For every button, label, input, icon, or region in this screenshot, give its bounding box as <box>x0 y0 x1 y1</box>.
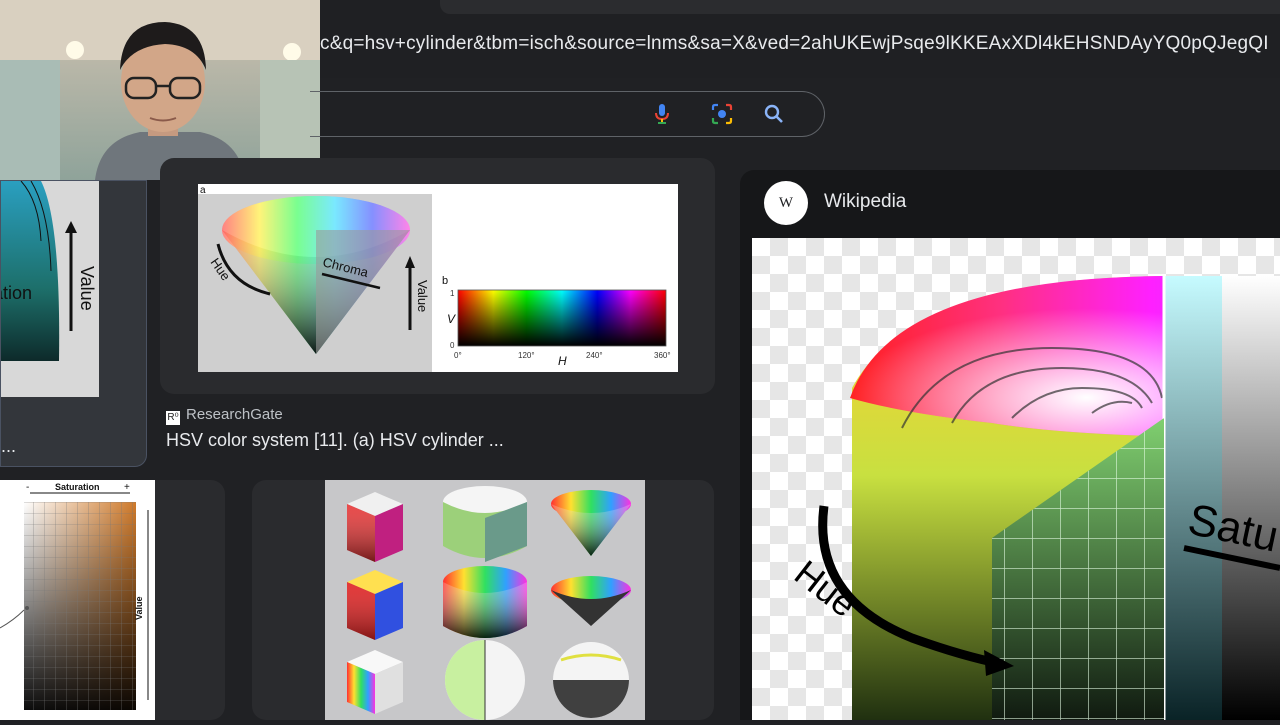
saturation-title: Saturation <box>55 482 100 492</box>
panel-b-label: b <box>442 275 448 287</box>
h-tick-120: 120° <box>518 351 535 360</box>
cube-bottom-left <box>347 650 403 714</box>
color-models-3x3 <box>347 486 631 720</box>
h-tick-360: 360° <box>654 351 671 360</box>
cube-middle-left <box>347 570 403 640</box>
hsv-cylinder-large-image[interactable]: Hue Satu <box>752 238 1280 720</box>
url-text[interactable]: c&q=hsv+cylinder&tbm=isch&source=lnms&sa… <box>320 33 1280 55</box>
v-axis-label: V <box>447 312 456 326</box>
result-caption-partial[interactable]: ... <box>1 436 16 457</box>
v-max-tick: 1 <box>450 289 455 298</box>
webcam-person-image <box>0 0 320 180</box>
h-axis-label: H <box>558 354 567 368</box>
cylinder-middle-middle <box>443 566 527 638</box>
h-tick-240: 240° <box>586 351 603 360</box>
search-input[interactable] <box>310 91 825 137</box>
microphone-icon[interactable] <box>650 102 674 126</box>
hsv-cylinder-diagram: Hue Satu <box>787 276 1280 720</box>
v-min-tick: 0 <box>450 341 455 350</box>
search-icon[interactable] <box>762 102 786 126</box>
sphere-bottom-middle <box>445 640 525 720</box>
result-source[interactable]: R⁰ ResearchGate <box>166 406 283 425</box>
sphere-bottom-right <box>553 642 629 718</box>
result-card-selected[interactable]: ation Value ... <box>0 180 147 467</box>
saturation-value-chart-thumbnail[interactable]: Saturation - + Value <box>0 480 155 720</box>
preview-source-name[interactable]: Wikipedia <box>824 191 906 213</box>
browser-address-bar[interactable]: c&q=hsv+cylinder&tbm=isch&source=lnms&sa… <box>320 0 1280 78</box>
h-tick-0: 0° <box>454 351 462 360</box>
cone-top-right <box>551 490 631 556</box>
saturation-minus: - <box>26 482 29 493</box>
value-label: Value <box>77 266 97 311</box>
panel-a-label: a <box>200 185 206 196</box>
researchgate-hsv-figure[interactable]: a Hue Chroma Value b V 1 0 0° 120° 240° … <box>198 184 678 372</box>
cylinder-top-middle <box>443 486 527 562</box>
color-model-grid-thumbnail[interactable] <box>325 480 645 720</box>
researchgate-favicon: R⁰ <box>166 411 180 425</box>
saturation-value-grid: Saturation - + Value <box>0 482 149 710</box>
value-label-vertical: Value <box>134 596 144 620</box>
result-title[interactable]: HSV color system [11]. (a) HSV cylinder … <box>166 430 504 451</box>
tab-strip <box>440 0 1280 14</box>
saturation-plus: + <box>124 482 130 493</box>
lens-camera-icon[interactable] <box>710 102 734 126</box>
search-area <box>310 78 1280 156</box>
hsv-cylinder-thumbnail: ation Value <box>1 181 99 397</box>
cube-top-left <box>347 492 403 562</box>
value-axis-label: Value <box>415 280 430 312</box>
saturation-label-partial: ation <box>1 283 32 303</box>
bicone-middle-right <box>551 576 631 626</box>
result-source-name: ResearchGate <box>186 406 283 423</box>
wikipedia-logo-icon[interactable]: W <box>764 181 808 225</box>
webcam-overlay <box>0 0 320 180</box>
hsv-cone-and-hv-plot: a Hue Chroma Value b V 1 0 0° 120° 240° … <box>198 184 678 372</box>
